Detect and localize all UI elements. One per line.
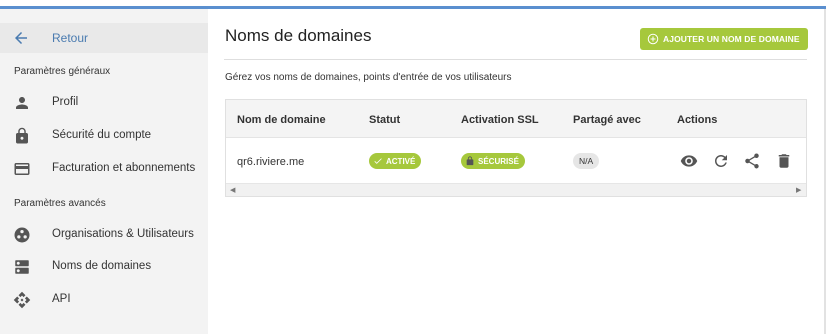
sidebar-item-label: Noms de domaines bbox=[52, 260, 152, 272]
column-header-ssl[interactable]: Activation SSL bbox=[461, 114, 539, 126]
domain-name-cell: qr6.riviere.me bbox=[237, 156, 305, 168]
api-icon bbox=[13, 291, 31, 309]
dns-icon bbox=[15, 260, 29, 274]
shared-with-chip: N/A bbox=[573, 153, 600, 169]
sidebar-item-securite[interactable]: Sécurité du compte bbox=[0, 123, 208, 149]
share-icon[interactable] bbox=[743, 152, 761, 170]
sidebar-item-label: API bbox=[52, 293, 71, 305]
sidebar-item-profil[interactable]: Profil bbox=[0, 90, 208, 116]
sidebar-item-organisations[interactable]: Organisations & Utilisateurs bbox=[0, 222, 208, 248]
refresh-icon[interactable] bbox=[712, 152, 730, 170]
back-button[interactable]: Retour bbox=[0, 23, 208, 53]
add-circle-icon bbox=[647, 33, 659, 45]
scroll-right-icon[interactable]: ▶ bbox=[796, 186, 801, 194]
lock-icon bbox=[16, 127, 28, 144]
status-badge-label: ACTIVÉ bbox=[386, 156, 416, 166]
column-header-actions: Actions bbox=[677, 114, 718, 126]
sidebar-item-label: Sécurité du compte bbox=[52, 129, 152, 141]
trash-icon[interactable] bbox=[775, 152, 793, 170]
check-icon bbox=[374, 158, 382, 164]
column-header-domain[interactable]: Nom de domaine bbox=[237, 114, 326, 126]
add-domain-button-label: AJOUTER UN NOM DE DOMAINE bbox=[663, 34, 800, 44]
section-advanced-heading: Paramètres avancés bbox=[14, 198, 106, 209]
sidebar-item-label: Facturation et abonnements bbox=[52, 162, 196, 174]
column-header-status[interactable]: Statut bbox=[369, 114, 400, 126]
sidebar-item-api[interactable]: API bbox=[0, 287, 208, 313]
organization-icon bbox=[14, 227, 30, 243]
eye-icon[interactable] bbox=[680, 152, 698, 170]
sidebar-item-label: Organisations & Utilisateurs bbox=[52, 228, 194, 240]
scroll-left-icon[interactable]: ◀ bbox=[230, 186, 235, 194]
title-divider bbox=[224, 59, 807, 60]
sidebar: Retour Paramètres généraux Profil Sécuri… bbox=[0, 9, 208, 334]
right-border bbox=[824, 9, 826, 334]
page-title: Noms de domaines bbox=[225, 26, 372, 45]
ssl-badge-label: SÉCURISÉ bbox=[478, 156, 519, 166]
domains-table: Nom de domaine Statut Activation SSL Par… bbox=[225, 99, 807, 197]
section-general-heading: Paramètres généraux bbox=[14, 66, 111, 77]
status-badge: ACTIVÉ bbox=[369, 153, 422, 169]
credit-card-icon bbox=[14, 163, 30, 175]
arrow-left-icon bbox=[15, 32, 27, 44]
lock-icon bbox=[466, 156, 474, 166]
back-label: Retour bbox=[52, 31, 89, 45]
person-icon bbox=[16, 97, 28, 109]
sidebar-item-noms-de-domaines[interactable]: Noms de domaines bbox=[0, 254, 208, 280]
add-domain-button[interactable]: AJOUTER UN NOM DE DOMAINE bbox=[640, 28, 808, 50]
table-header: Nom de domaine Statut Activation SSL Par… bbox=[226, 100, 806, 138]
page-description: Gérez vos noms de domaines, points d'ent… bbox=[225, 72, 512, 83]
ssl-badge: SÉCURISÉ bbox=[461, 153, 525, 169]
sidebar-item-facturation[interactable]: Facturation et abonnements bbox=[0, 156, 208, 182]
sidebar-item-label: Profil bbox=[52, 96, 79, 108]
horizontal-scrollbar[interactable]: ◀ ▶ bbox=[226, 183, 806, 196]
column-header-shared[interactable]: Partagé avec bbox=[573, 114, 641, 126]
